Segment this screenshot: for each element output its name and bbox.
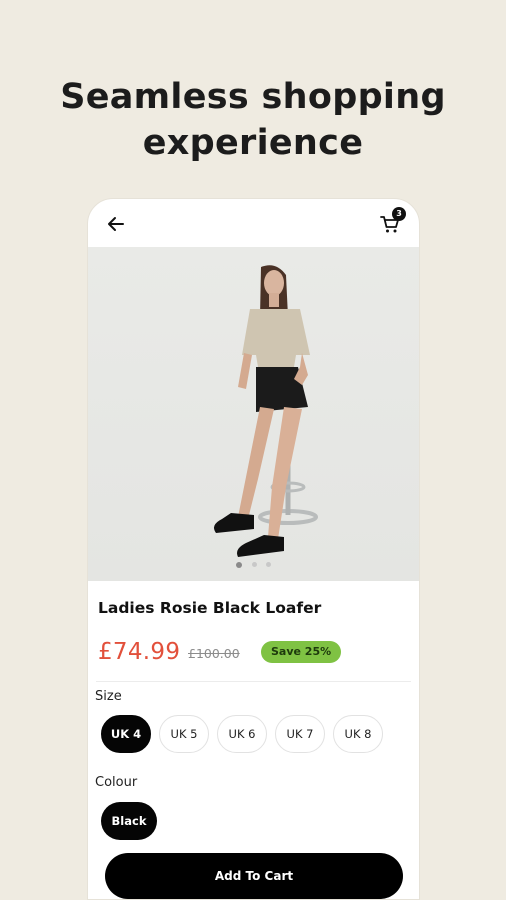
carousel-dot[interactable] [251,562,257,567]
arrow-left-icon[interactable] [106,214,126,234]
carousel-dot[interactable] [265,562,271,567]
colour-label: Colour [95,775,138,790]
product-title: Ladies Rosie Black Loafer [98,599,322,617]
headline-line-1: Seamless shopping [60,77,446,117]
phone-screen: 3 Ladies Rosie Black Loafer £74.99 £100.… [87,198,420,900]
size-option-uk5[interactable]: UK 5 [159,715,209,753]
size-option-uk6[interactable]: UK 6 [217,715,267,753]
colour-option-black[interactable]: Black [101,802,157,840]
product-image[interactable] [88,247,419,581]
carousel-dot[interactable] [236,561,243,568]
headline-line-2: experience [142,123,364,163]
size-option-uk8[interactable]: UK 8 [333,715,383,753]
add-to-cart-button[interactable]: Add To Cart [105,853,403,899]
original-price: £100.00 [188,646,240,661]
price-row: £74.99 £100.00 Save 25% [98,639,408,669]
size-option-uk7[interactable]: UK 7 [275,715,325,753]
headline: Seamless shopping experience [0,74,506,166]
carousel-dots [88,554,419,573]
size-label: Size [95,689,122,704]
current-price: £74.99 [98,639,181,665]
divider [96,681,411,682]
top-bar: 3 [88,199,419,247]
product-photo-illustration [214,265,318,557]
size-option-uk4[interactable]: UK 4 [101,715,151,753]
save-badge: Save 25% [261,641,342,663]
cart-count-badge: 3 [392,207,406,221]
